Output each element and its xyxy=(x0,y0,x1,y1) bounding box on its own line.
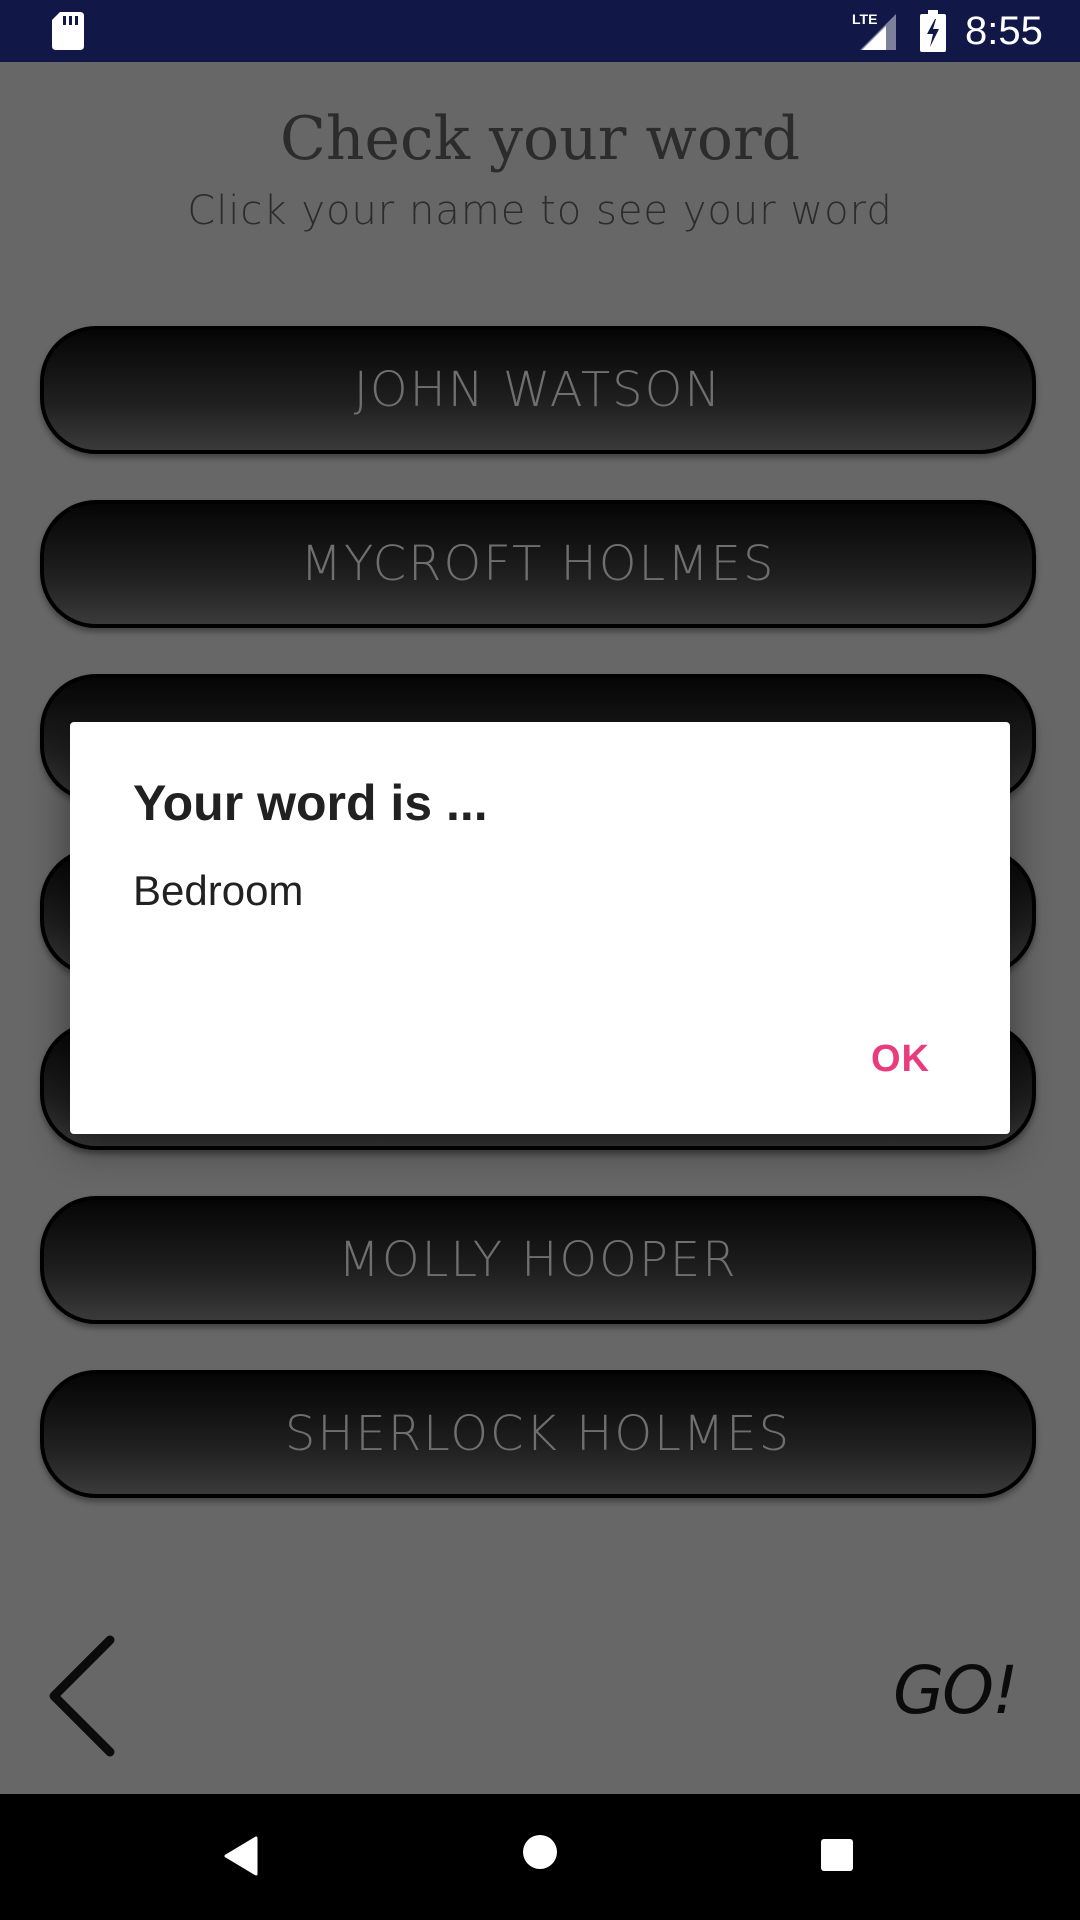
back-triangle-icon[interactable] xyxy=(222,1836,260,1881)
lte-signal-icon: LTE xyxy=(852,10,900,57)
battery-charging-icon xyxy=(920,10,946,57)
screen: LTE 8:55 Check your word Click your name… xyxy=(0,0,1080,1920)
word-dialog: Your word is ... Bedroom OK xyxy=(70,722,1010,1134)
sd-card-icon xyxy=(52,12,84,55)
chevron-left-icon[interactable] xyxy=(46,1634,126,1763)
player-name: MOLLY HOOPER xyxy=(338,1232,738,1288)
page-title: Check your word xyxy=(279,104,801,174)
player-name: MYCROFT HOLMES xyxy=(300,536,776,592)
status-time: 8:55 xyxy=(965,9,1043,53)
player-button-john-watson[interactable]: JOHN WATSON xyxy=(40,326,1036,454)
go-button[interactable]: GO! xyxy=(893,1652,1019,1729)
player-button-sherlock-holmes[interactable]: SHERLOCK HOLMES xyxy=(40,1370,1036,1498)
dialog-title: Your word is ... xyxy=(133,775,488,831)
home-circle-icon[interactable] xyxy=(522,1834,558,1875)
ok-button[interactable]: OK xyxy=(871,1038,930,1081)
player-name: JOHN WATSON xyxy=(353,362,723,418)
player-button-mycroft-holmes[interactable]: MYCROFT HOLMES xyxy=(40,500,1036,628)
player-button-molly-hooper[interactable]: MOLLY HOOPER xyxy=(40,1196,1036,1324)
dialog-message: Bedroom xyxy=(133,867,304,914)
lte-label: LTE xyxy=(852,11,877,27)
status-bar: LTE 8:55 xyxy=(0,0,1080,62)
navigation-bar xyxy=(0,1794,1080,1920)
recents-square-icon[interactable] xyxy=(820,1838,854,1877)
player-name: SHERLOCK HOLMES xyxy=(284,1406,792,1462)
page-subtitle: Click your name to see your word xyxy=(187,188,893,234)
